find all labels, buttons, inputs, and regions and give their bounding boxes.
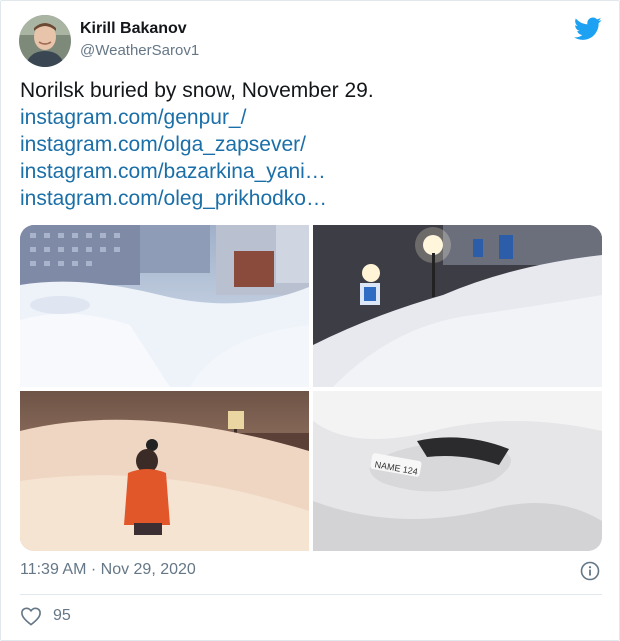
instagram-link-1[interactable]: instagram.com/genpur_/	[20, 104, 600, 131]
heart-icon	[20, 606, 42, 626]
instagram-link-2[interactable]: instagram.com/olga_zapsever/	[20, 131, 600, 158]
like-count: 95	[53, 607, 71, 624]
like-button[interactable]: 95	[20, 606, 71, 626]
twitter-bird-icon[interactable]	[574, 17, 602, 41]
tweet-card: Kirill Bakanov @WeatherSarov1 Norilsk bu…	[0, 0, 620, 641]
tweet-body: Norilsk buried by snow, November 29.	[20, 79, 374, 102]
info-icon[interactable]	[580, 561, 600, 581]
avatar[interactable]	[19, 15, 71, 67]
author-name[interactable]: Kirill Bakanov	[80, 20, 187, 38]
instagram-link-4[interactable]: instagram.com/oleg_prikhodko…	[20, 185, 600, 212]
instagram-link-3[interactable]: instagram.com/bazarkina_yani…	[20, 158, 600, 185]
photo-night-snowdrift[interactable]	[313, 225, 602, 387]
tweet-text: Norilsk buried by snow, November 29. ins…	[20, 77, 600, 212]
media-grid: NAME 124	[20, 225, 602, 551]
divider	[20, 594, 602, 595]
photo-snowy-street[interactable]	[20, 225, 309, 387]
author-handle[interactable]: @WeatherSarov1	[80, 42, 199, 59]
photo-child-in-snow[interactable]	[20, 391, 309, 551]
timestamp[interactable]: 11:39 AM · Nov 29, 2020	[20, 561, 196, 579]
photo-buried-car[interactable]: NAME 124	[313, 391, 602, 551]
